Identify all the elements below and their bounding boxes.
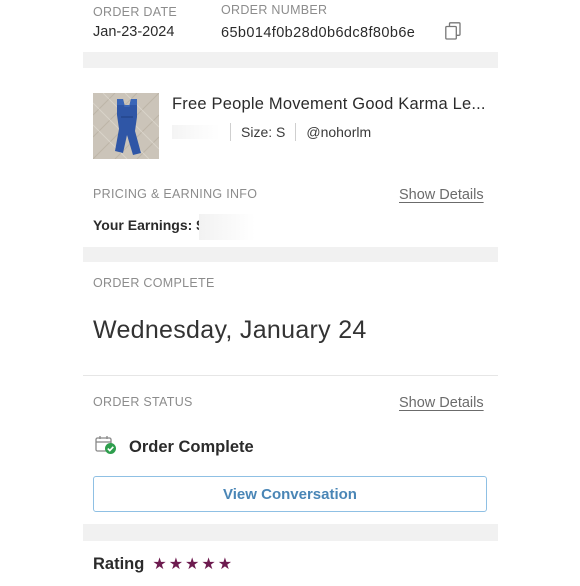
completion-date: Wednesday, January 24 (93, 316, 367, 344)
star-icon: ★ (217, 555, 233, 573)
meta-divider (230, 123, 231, 141)
item-meta: Size: S @nohorlm (172, 123, 371, 141)
rating-label: Rating (93, 555, 145, 573)
status-row: Order Complete (95, 435, 254, 460)
order-status-value: Order Complete (129, 438, 254, 456)
order-status-label: ORDER STATUS (93, 395, 193, 409)
copy-icon[interactable] (445, 22, 461, 40)
item-thumbnail[interactable] (93, 93, 159, 159)
rating-stars: ★ ★ ★ ★ ★ (152, 555, 233, 573)
star-icon: ★ (185, 555, 200, 573)
order-details-panel: ORDER DATE Jan-23-2024 ORDER NUMBER 65b0… (83, 0, 498, 586)
pricing-earning-label: PRICING & EARNING INFO (93, 187, 258, 201)
order-date-value: Jan-23-2024 (93, 24, 175, 40)
order-date-label: ORDER DATE (93, 5, 178, 19)
section-divider (83, 375, 498, 376)
star-icon: ★ (168, 555, 184, 573)
order-status-card: ORDER COMPLETE Wednesday, January 24 ORD… (83, 262, 498, 524)
your-earnings-label: Your Earnings: $ (93, 217, 204, 233)
earnings-redacted (199, 214, 269, 240)
meta-divider (295, 123, 297, 141)
calendar-check-icon (95, 435, 117, 460)
item-price-redacted (172, 125, 220, 139)
item-card: Free People Movement Good Karma Le... Si… (83, 68, 498, 247)
status-show-details-link[interactable]: Show Details (399, 395, 484, 411)
order-number-label: ORDER NUMBER (221, 3, 328, 17)
view-conversation-button[interactable]: View Conversation (93, 476, 487, 512)
pricing-show-details-link[interactable]: Show Details (399, 187, 484, 203)
rating-row: Rating ★ ★ ★ ★ ★ (93, 555, 232, 574)
order-complete-label: ORDER COMPLETE (93, 276, 215, 290)
item-size: Size: S (241, 124, 286, 140)
rating-card: Rating ★ ★ ★ ★ ★ (83, 541, 498, 586)
seller-username[interactable]: @nohorlm (306, 124, 371, 140)
order-number-value: 65b014f0b28d0b6dc8f80b6e (221, 25, 416, 41)
item-title[interactable]: Free People Movement Good Karma Le... (172, 95, 498, 114)
star-icon: ★ (201, 555, 216, 573)
star-icon: ★ (152, 555, 167, 573)
order-info-card: ORDER DATE Jan-23-2024 ORDER NUMBER 65b0… (83, 0, 498, 52)
